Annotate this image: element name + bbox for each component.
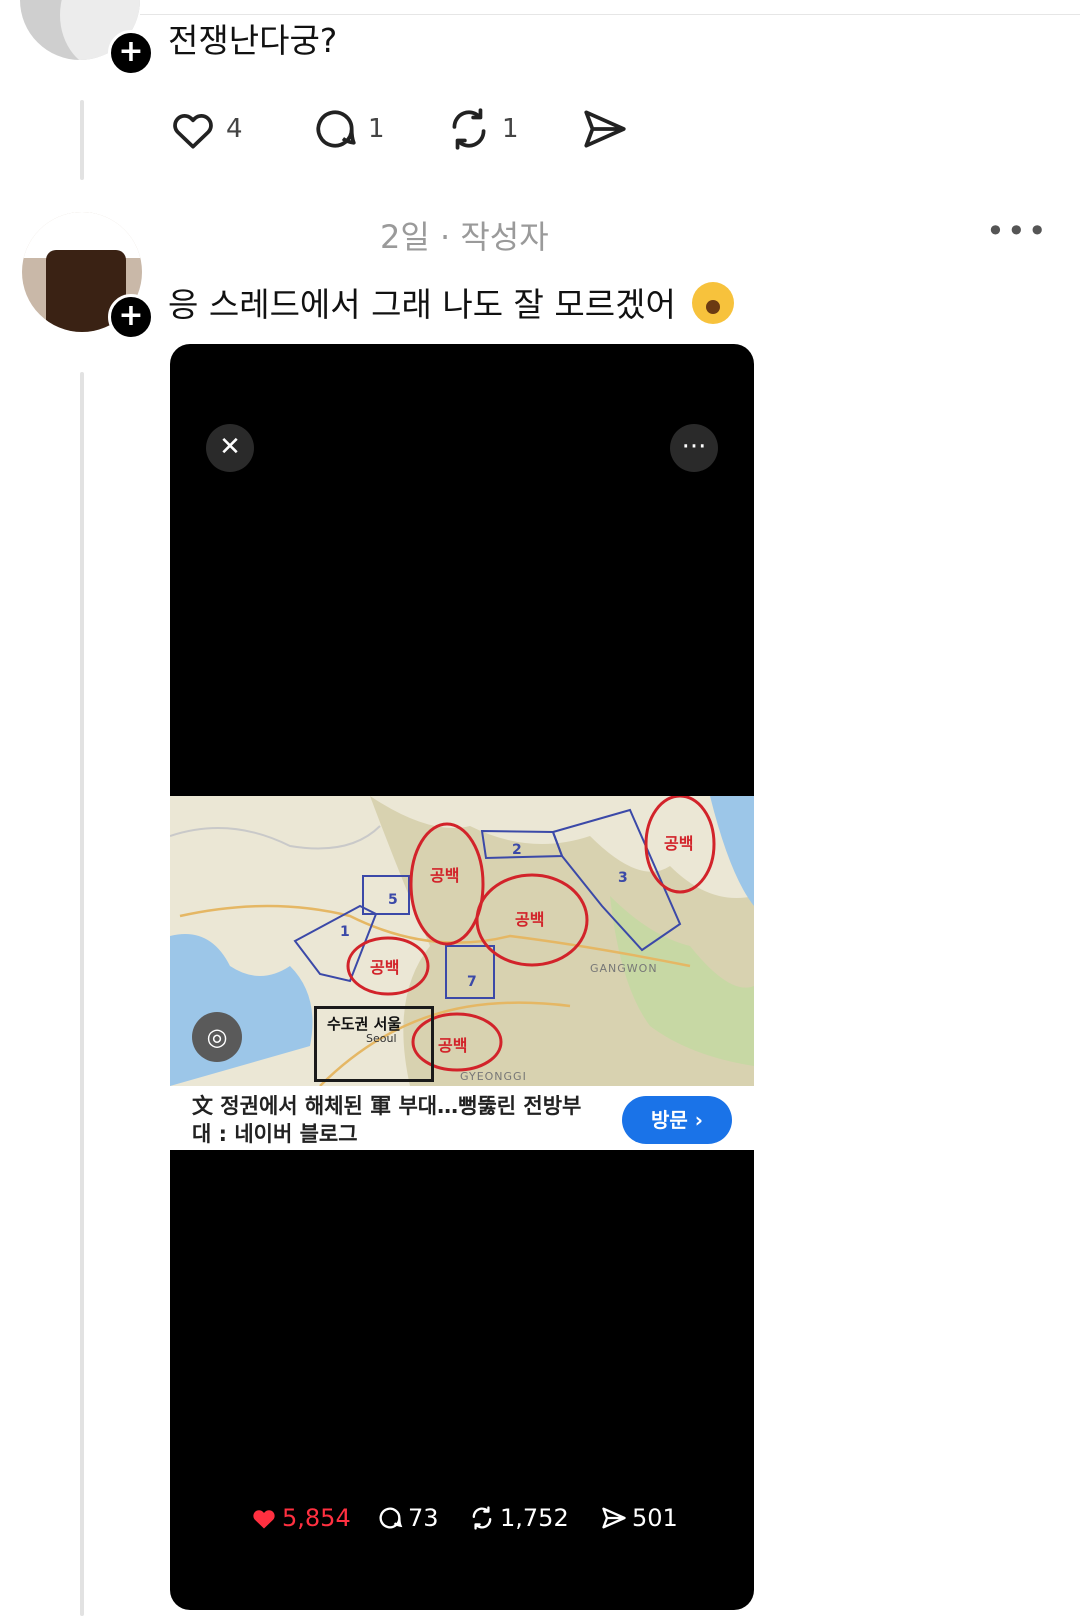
heart-filled-icon [253, 1510, 275, 1529]
map-label: 공백 [515, 910, 545, 929]
share-stat[interactable]: 501 [600, 1504, 678, 1532]
reply-stat[interactable]: 73 [376, 1504, 439, 1532]
like-button[interactable]: 4 [168, 104, 243, 154]
like-stat[interactable]: 5,854 [250, 1504, 351, 1532]
heart-icon [173, 113, 213, 149]
map-label: 공백 [370, 958, 400, 977]
repost-button[interactable]: 1 [444, 104, 519, 154]
capital-area-label: 수도권 서울 [327, 1015, 402, 1033]
map-label: 공백 [664, 834, 694, 853]
close-icon[interactable]: ✕ [206, 424, 254, 472]
like-count: 5,854 [282, 1504, 351, 1532]
like-count: 4 [226, 114, 243, 144]
map-place: GYEONGGI [460, 1070, 527, 1083]
send-icon [584, 110, 626, 148]
repost-icon [452, 108, 486, 150]
repost-icon [472, 1506, 492, 1530]
comment-icon [316, 110, 356, 148]
thread-line [80, 100, 84, 180]
share-count: 501 [632, 1504, 678, 1532]
thread-line [80, 372, 84, 1616]
map-label: 1 [340, 924, 350, 940]
map-label: 공백 [430, 866, 460, 885]
map-label: 3 [618, 870, 628, 886]
map-place: GANGWON [590, 962, 658, 975]
post-text: 응 스레드에서 그래 나도 잘 모르겠어 [168, 278, 735, 328]
repost-stat[interactable]: 1,752 [468, 1504, 569, 1532]
more-icon[interactable]: ··· [670, 424, 718, 472]
reply-button[interactable]: 1 [310, 104, 385, 154]
follow-plus-icon[interactable]: + [108, 30, 154, 76]
visual-search-icon[interactable]: ◎ [192, 1012, 242, 1062]
map-label: 7 [467, 974, 477, 990]
comment-icon [379, 1507, 403, 1529]
face-with-hand-over-mouth-icon [692, 281, 735, 324]
post-text: 전쟁난다궁? [168, 21, 338, 60]
reply-count: 73 [408, 1504, 439, 1532]
visit-button[interactable]: 방문 › [622, 1096, 732, 1144]
send-icon [602, 1507, 626, 1529]
follow-plus-icon[interactable]: + [108, 294, 154, 340]
reply-count: 1 [368, 114, 385, 144]
repost-count: 1,752 [500, 1504, 569, 1532]
post-text-content: 응 스레드에서 그래 나도 잘 모르겠어 [168, 285, 676, 324]
share-button[interactable] [580, 104, 630, 154]
post-meta: 2일 · 작성자 [380, 218, 549, 256]
map-label: 2 [512, 842, 522, 858]
media-stats: 5,854 73 1,752 501 [170, 1504, 754, 1540]
caption-text: 文 정권에서 해체된 軍 부대…뻥뚫린 전방부대 : 네이버 블로그 [192, 1094, 582, 1146]
capital-area-box: 수도권 서울 [314, 1006, 434, 1082]
map-label: 공백 [438, 1036, 468, 1055]
repost-count: 1 [502, 114, 519, 144]
more-options-icon[interactable]: ••• [986, 212, 1049, 250]
link-caption[interactable]: 文 정권에서 해체된 軍 부대…뻥뚫린 전방부대 : 네이버 블로그 방문 › [170, 1086, 754, 1150]
map-label: 5 [388, 892, 398, 908]
media-viewer[interactable]: ✕ ··· 공백 공백 공백 공백 공백 1 2 3 5 7 GANGWON G… [170, 344, 754, 1610]
map-image[interactable]: 공백 공백 공백 공백 공백 1 2 3 5 7 GANGWON GYEONGG… [170, 796, 754, 1086]
